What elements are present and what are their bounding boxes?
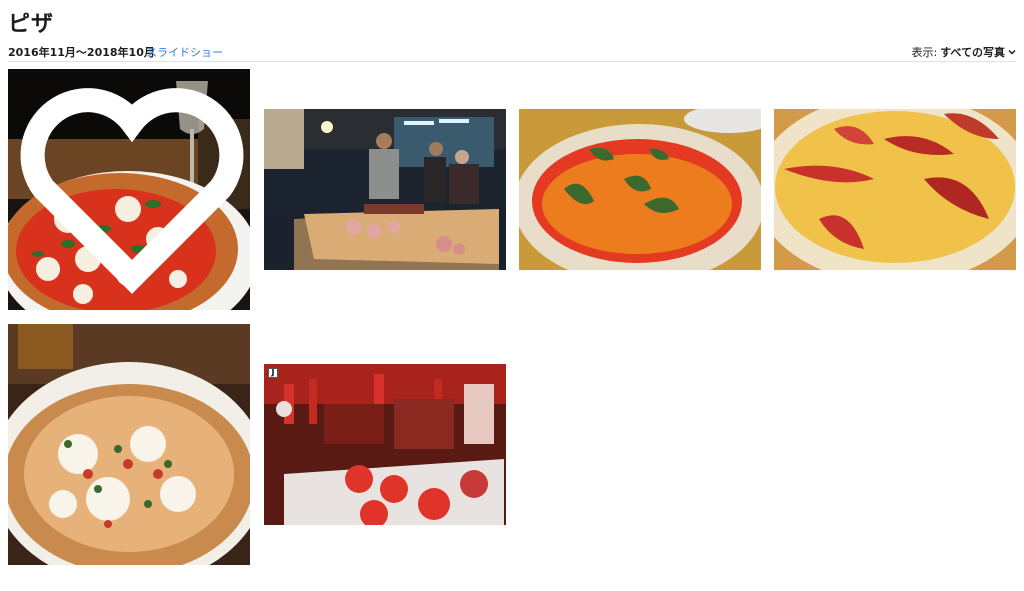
view-label: 表示: — [911, 46, 938, 59]
view-filter-dropdown[interactable]: 表示: すべての写真 — [911, 44, 1016, 60]
photo-thumbnail-6[interactable]: J — [264, 364, 506, 525]
photo-thumbnail-2[interactable] — [264, 109, 506, 270]
divider — [8, 61, 1016, 62]
photo-thumbnail-1[interactable] — [8, 69, 250, 310]
album-subheader: 2016年11月〜2018年10月 スライドショー 表示: すべての写真 — [8, 44, 1016, 60]
badge-icon: J — [268, 368, 278, 378]
photo-thumbnail-4[interactable] — [774, 109, 1016, 270]
date-range: 2016年11月〜2018年10月 — [8, 46, 155, 59]
photo-thumbnail-5[interactable] — [8, 324, 250, 565]
heart-outline-icon[interactable] — [11, 69, 250, 307]
page-title: ピザ — [8, 12, 55, 37]
photo-thumbnail-3[interactable] — [519, 109, 761, 270]
view-value: すべての写真 — [940, 46, 1005, 59]
chevron-down-icon — [1008, 49, 1016, 55]
slideshow-link[interactable]: スライドショー — [146, 44, 223, 60]
